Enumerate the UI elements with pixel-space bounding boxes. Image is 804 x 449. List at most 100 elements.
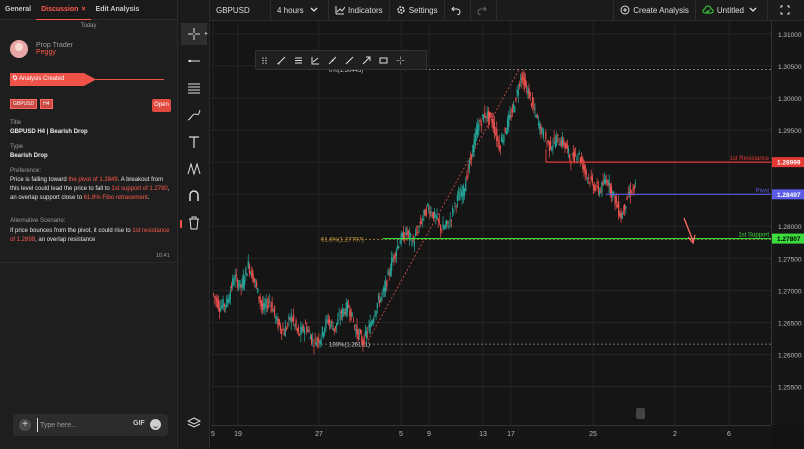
fib-extension-tool[interactable]	[307, 51, 324, 69]
candle-body	[214, 296, 216, 298]
candle-body	[293, 314, 295, 322]
candle-body	[536, 114, 539, 117]
candle-body	[540, 125, 542, 135]
trend-line-tool[interactable]	[273, 51, 290, 69]
price-tick-label: 1.26500	[778, 320, 802, 327]
crosshair-small-tool[interactable]	[392, 51, 409, 69]
add-icon[interactable]: +	[19, 419, 31, 431]
gif-icon[interactable]: GIF	[133, 420, 145, 427]
candle-body	[263, 302, 265, 311]
candle-body	[432, 212, 435, 220]
price-chart[interactable]: 0%(1.30443) 61.8%(1.27797) 100%(1.26161) 1s…	[211, 21, 771, 425]
candle-body	[523, 77, 525, 90]
fullscreen-button[interactable]	[768, 0, 804, 21]
candle-body	[239, 280, 241, 287]
candle-body	[234, 276, 236, 281]
line-tool[interactable]	[181, 50, 207, 72]
candle-body	[498, 141, 500, 151]
price-axis[interactable]: 1.310001.305001.300001.295001.290001.285…	[771, 21, 804, 425]
candle-body	[265, 299, 267, 306]
preference-text-segment: 1st support of 1.2780	[111, 186, 168, 192]
candle-body	[244, 279, 246, 286]
analysis-divider-line	[94, 79, 164, 80]
rectangle-tool[interactable]	[375, 51, 392, 69]
crosshair-tool[interactable]	[181, 23, 207, 45]
candle-body	[546, 142, 548, 144]
candle-body	[553, 137, 555, 139]
tab-general[interactable]: General	[0, 0, 36, 20]
arrow-tool[interactable]	[358, 51, 375, 69]
preference-text-segment: .	[147, 195, 150, 201]
candle-body	[548, 141, 550, 151]
fib-tool[interactable]	[181, 77, 207, 99]
symbol-selector[interactable]: GBPUSD	[210, 0, 271, 21]
create-analysis-label: Create Analysis	[633, 5, 689, 15]
time-axis[interactable]: 5 19 27 5 9 13 17 25 2 6	[211, 425, 771, 449]
level-name-label: Pivot	[756, 188, 770, 194]
candle-body	[325, 318, 327, 328]
candle-body	[306, 326, 308, 333]
create-analysis-button[interactable]: Create Analysis	[613, 0, 696, 21]
candle-body	[273, 305, 276, 315]
author-name[interactable]: Peggy	[36, 49, 73, 56]
candle-body	[583, 165, 585, 170]
date-separator: Today	[80, 23, 97, 29]
fib-levels-tool[interactable]	[290, 51, 307, 69]
candle-body	[477, 124, 479, 137]
brush-icon	[187, 109, 201, 121]
candle-body	[281, 329, 283, 335]
price-tick-label: 1.27000	[778, 288, 802, 295]
tab-edit-analysis[interactable]: Edit Analysis	[91, 0, 145, 20]
candle-body	[271, 301, 273, 312]
candle-body	[489, 111, 491, 119]
candle-body	[511, 108, 513, 113]
pattern-tool[interactable]	[181, 158, 207, 180]
layers-icon	[187, 417, 201, 428]
candle-body	[332, 327, 334, 331]
candle-body	[278, 319, 280, 325]
chevron-right-icon[interactable]: ▸	[205, 30, 208, 37]
layers-tool[interactable]	[181, 412, 207, 434]
brush-tool[interactable]	[181, 104, 207, 126]
redo-button[interactable]	[471, 0, 497, 21]
analysis-title-selector[interactable]: Untitled	[696, 0, 768, 21]
ray-tool[interactable]	[324, 51, 341, 69]
candle-body	[405, 227, 407, 236]
magnet-tool[interactable]	[181, 185, 207, 207]
time-tick-label: 27	[315, 431, 323, 438]
candle-body	[598, 191, 601, 195]
emoji-icon[interactable]	[150, 419, 161, 430]
open-button[interactable]: Open	[152, 99, 171, 112]
candle-body	[499, 146, 501, 149]
indicators-button[interactable]: Indicators	[329, 0, 390, 21]
fullscreen-icon	[780, 5, 789, 15]
candle-body	[481, 114, 484, 116]
segment-tool[interactable]	[341, 51, 358, 69]
avatar[interactable]	[10, 40, 28, 58]
candle-body	[607, 182, 609, 186]
candle-body	[257, 288, 259, 294]
tab-discussion[interactable]: Discussion ×	[36, 0, 91, 20]
panel-drag-handle[interactable]	[180, 220, 182, 228]
candle-body	[375, 310, 377, 316]
chart-scroll-handle[interactable]	[636, 408, 645, 419]
candle-body	[442, 223, 444, 230]
candle-body	[377, 295, 380, 300]
candle-body	[365, 331, 368, 339]
analysis-title-label: Untitled	[716, 5, 744, 15]
undo-button[interactable]	[445, 0, 471, 21]
close-icon[interactable]: ×	[81, 6, 85, 13]
candle-body	[359, 330, 362, 334]
drag-handle[interactable]	[256, 51, 273, 69]
delete-tool[interactable]	[181, 212, 207, 234]
message-input[interactable]	[37, 418, 125, 432]
settings-button[interactable]: Settings	[390, 0, 445, 21]
price-tick-label: 1.30000	[778, 96, 802, 103]
candle-body	[455, 206, 457, 207]
candle-body	[497, 138, 499, 142]
price-tick-label: 1.28000	[778, 224, 802, 231]
text-tool[interactable]	[181, 131, 207, 153]
candle-body	[221, 304, 223, 307]
candle-body	[418, 225, 420, 228]
timeframe-selector[interactable]: 4 hours	[271, 0, 329, 21]
